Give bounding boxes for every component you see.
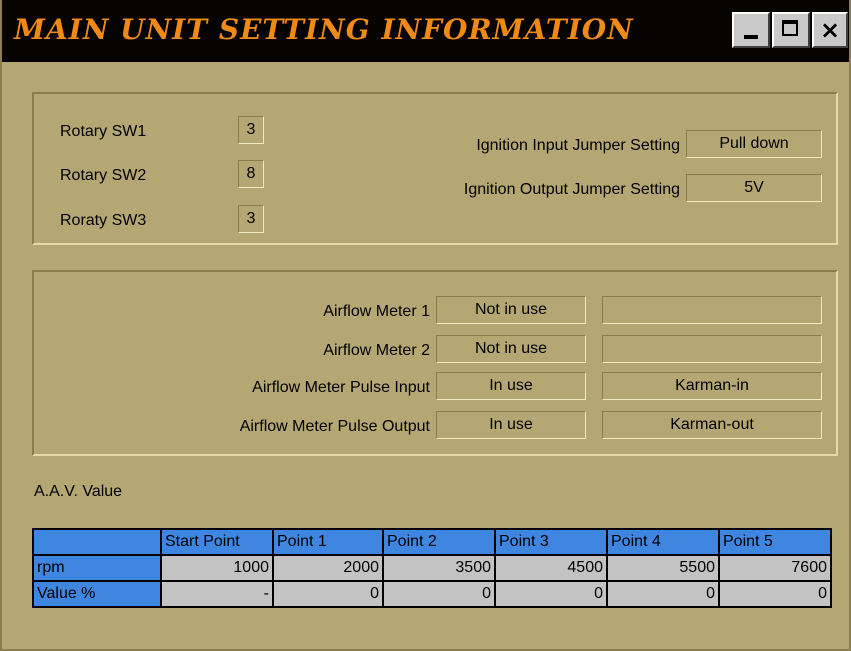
aav-title: A.A.V. Value [34, 483, 123, 500]
airflow-pulse-input-label: Airflow Meter Pulse Input [252, 379, 430, 396]
rotary-sw3-label: Roraty SW3 [60, 212, 147, 229]
aav-table: Start Point Point 1 Point 2 Point 3 Poin… [32, 528, 832, 608]
rotary-sw1-label: Rotary SW1 [60, 123, 147, 140]
minimize-icon [744, 35, 758, 39]
aav-cell[interactable]: 7600 [718, 554, 832, 582]
rotary-sw1-value: 3 [238, 116, 264, 144]
airflow-pulse-output-status: In use [436, 411, 586, 439]
close-button[interactable]: × [812, 12, 848, 48]
rotary-sw2-label: Rotary SW2 [60, 167, 147, 184]
aav-cell[interactable]: 0 [494, 580, 608, 608]
aav-cell[interactable]: 4500 [494, 554, 608, 582]
aav-header-point-2: Point 2 [382, 528, 496, 556]
aav-header-point-1: Point 1 [272, 528, 384, 556]
airflow-pulse-input-status: In use [436, 372, 586, 400]
aav-cell[interactable]: 0 [718, 580, 832, 608]
switch-settings-group [32, 92, 838, 245]
airflow-meter-2-status: Not in use [436, 335, 586, 363]
aav-cell[interactable]: 0 [382, 580, 496, 608]
aav-header-start-point: Start Point [160, 528, 274, 556]
airflow-meter-1-status: Not in use [436, 296, 586, 324]
ignition-output-value: 5V [686, 174, 822, 202]
aav-row-label: rpm [32, 554, 162, 582]
maximize-icon [782, 20, 798, 36]
ignition-output-label: Ignition Output Jumper Setting [463, 181, 680, 198]
airflow-meter-2-type [602, 335, 822, 363]
aav-header-row: Start Point Point 1 Point 2 Point 3 Poin… [32, 528, 832, 556]
ignition-input-label: Ignition Input Jumper Setting [476, 137, 680, 154]
close-icon: × [819, 16, 841, 44]
aav-row-label: Value % [32, 580, 162, 608]
minimize-button[interactable] [732, 12, 770, 48]
airflow-meter-2-label: Airflow Meter 2 [323, 342, 430, 359]
airflow-meter-1-type [602, 296, 822, 324]
aav-cell[interactable]: 0 [606, 580, 720, 608]
aav-cell[interactable]: 5500 [606, 554, 720, 582]
rotary-sw3-value: 3 [238, 205, 264, 233]
aav-cell[interactable]: 3500 [382, 554, 496, 582]
ignition-input-value: Pull down [686, 130, 822, 158]
airflow-pulse-output-type: Karman-out [602, 411, 822, 439]
aav-header-point-4: Point 4 [606, 528, 720, 556]
airflow-pulse-output-label: Airflow Meter Pulse Output [239, 418, 430, 435]
aav-row-rpm: rpm 1000 2000 3500 4500 5500 7600 [32, 554, 832, 582]
aav-header-point-3: Point 3 [494, 528, 608, 556]
airflow-pulse-input-type: Karman-in [602, 372, 822, 400]
window-title: MAIN UNIT SETTING INFORMATION [14, 13, 634, 46]
aav-row-value-percent: Value % - 0 0 0 0 0 [32, 580, 832, 608]
aav-cell[interactable]: 2000 [272, 554, 384, 582]
title-bar[interactable]: MAIN UNIT SETTING INFORMATION × [2, 0, 849, 62]
aav-header-corner [32, 528, 162, 556]
rotary-sw2-value: 8 [238, 160, 264, 188]
aav-cell[interactable]: 0 [272, 580, 384, 608]
aav-cell[interactable]: 1000 [160, 554, 274, 582]
aav-header-point-5: Point 5 [718, 528, 832, 556]
maximize-button[interactable] [772, 12, 810, 48]
airflow-meter-1-label: Airflow Meter 1 [323, 303, 430, 320]
aav-cell[interactable]: - [160, 580, 274, 608]
main-unit-setting-window: MAIN UNIT SETTING INFORMATION × Rotary S… [0, 0, 851, 651]
